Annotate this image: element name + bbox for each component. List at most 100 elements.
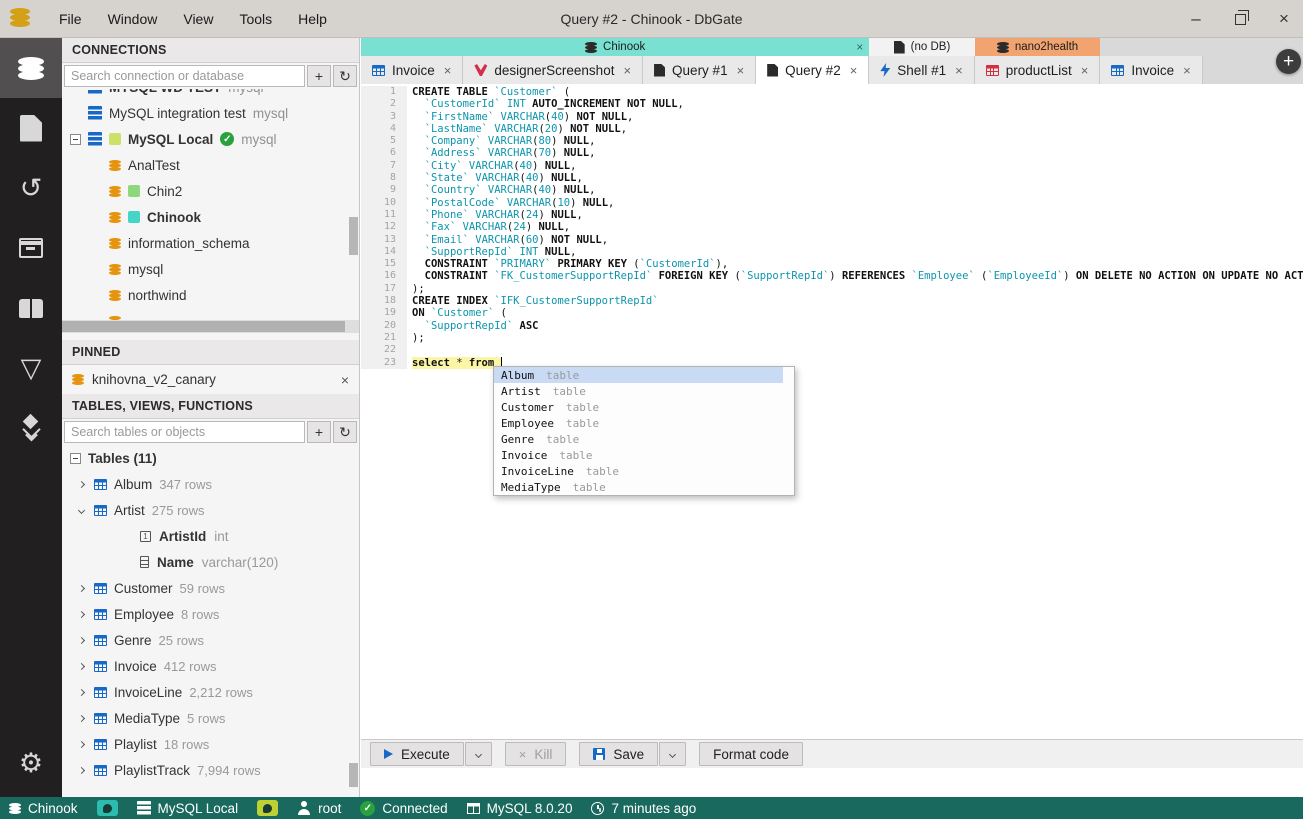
save-dropdown-button[interactable] — [659, 742, 687, 766]
status-mysql-8-0-20[interactable]: MySQL 8.0.20 — [466, 801, 572, 816]
refresh-tables-button[interactable]: ↻ — [333, 421, 357, 443]
rail-item-history[interactable]: ↺ — [0, 158, 62, 218]
connection-item[interactable]: MYSQL WD TEST mysql — [62, 89, 359, 100]
execute-dropdown-button[interactable] — [464, 742, 492, 766]
autocomplete-item[interactable]: MediaType table — [494, 479, 783, 495]
connection-item[interactable]: information_schema — [62, 230, 359, 256]
status-7-minutes-ago[interactable]: 7 minutes ago — [591, 801, 696, 816]
code-line[interactable]: 3 `FirstName` VARCHAR(40) NOT NULL, — [361, 110, 1303, 123]
rail-item-book[interactable] — [0, 278, 62, 338]
code-line[interactable]: 15 CONSTRAINT `PRIMARY` PRIMARY KEY (`Cu… — [361, 258, 1303, 271]
connection-item[interactable]: Chin2 — [62, 178, 359, 204]
tab-group-header[interactable]: nano2health — [974, 38, 1101, 56]
code-line[interactable]: 2 `CustomerId` INT AUTO_INCREMENT NOT NU… — [361, 98, 1303, 111]
code-line[interactable]: 12 `Fax` VARCHAR(24) NULL, — [361, 221, 1303, 234]
expander-slot[interactable] — [75, 506, 87, 514]
connections-vertical-scrollbar[interactable] — [349, 217, 358, 255]
minimize-button[interactable]: – — [1187, 9, 1205, 28]
close-tab-icon[interactable]: × — [955, 63, 963, 78]
menu-item-help[interactable]: Help — [285, 0, 340, 38]
close-tab-icon[interactable]: × — [444, 63, 452, 78]
close-button[interactable]: × — [1275, 9, 1293, 28]
expander-slot[interactable] — [75, 766, 87, 774]
table-row[interactable]: Album 347 rows — [62, 471, 359, 497]
expander-slot[interactable] — [75, 610, 87, 618]
code-line[interactable]: 13 `Email` VARCHAR(60) NOT NULL, — [361, 233, 1303, 246]
tab-invoice[interactable]: Invoice × — [361, 56, 464, 84]
connections-search-input[interactable] — [64, 65, 305, 87]
expander-slot[interactable] — [75, 636, 87, 644]
color-badge[interactable] — [257, 800, 279, 816]
connection-item[interactable]: MySQL Local ✓ mysql — [62, 126, 359, 152]
code-line[interactable]: 1 CREATE TABLE `Customer` ( — [361, 86, 1303, 99]
column-row[interactable]: Name varchar(120) — [62, 549, 359, 575]
tab-query-1[interactable]: Query #1 × — [643, 56, 757, 84]
chevron-right-icon[interactable] — [77, 610, 85, 618]
connections-horizontal-scrollbar[interactable] — [62, 320, 359, 333]
rail-item-archive[interactable] — [0, 218, 62, 278]
chevron-right-icon[interactable] — [77, 740, 85, 748]
close-tab-icon[interactable]: × — [1081, 63, 1089, 78]
tables-vertical-scrollbar[interactable] — [349, 763, 358, 787]
collapse-icon[interactable] — [69, 452, 81, 464]
code-line[interactable]: 10 `PostalCode` VARCHAR(10) NULL, — [361, 196, 1303, 209]
code-line[interactable]: 4 `LastName` VARCHAR(20) NOT NULL, — [361, 122, 1303, 136]
expander-slot[interactable] — [75, 480, 87, 488]
connection-item[interactable]: mysql — [62, 256, 359, 282]
save-button[interactable]: Save — [579, 742, 659, 766]
code-line[interactable]: 16 CONSTRAINT `FK_CustomerSupportRepId` … — [361, 270, 1303, 283]
column-row[interactable]: 1 ArtistId int — [62, 523, 359, 549]
tab-query-2[interactable]: Query #2 × — [756, 56, 870, 84]
autocomplete-item[interactable]: Album table — [494, 367, 783, 383]
connection-item[interactable]: Chinook — [62, 204, 359, 230]
close-tab-icon[interactable]: × — [850, 63, 858, 78]
tab-group-header[interactable] — [1100, 38, 1202, 56]
code-line[interactable]: 18 CREATE INDEX `IFK_CustomerSupportRepId… — [361, 295, 1303, 308]
rail-item-layers[interactable] — [0, 398, 62, 458]
rail-item-filter[interactable]: ▽ — [0, 338, 62, 398]
connection-item[interactable]: AnalTest — [62, 152, 359, 178]
code-line[interactable]: 8 `State` VARCHAR(40) NULL, — [361, 172, 1303, 185]
tab-designerscreenshot[interactable]: designerScreenshot × — [463, 56, 644, 84]
restore-button[interactable] — [1231, 9, 1249, 28]
connection-item[interactable]: MySQL integration test mysql — [62, 100, 359, 126]
chevron-right-icon[interactable] — [77, 480, 85, 488]
table-row[interactable]: MediaType 5 rows — [62, 705, 359, 731]
rail-item-database[interactable] — [0, 38, 62, 98]
tables-search-input[interactable] — [64, 421, 305, 443]
chevron-down-icon[interactable] — [77, 506, 85, 514]
pinned-item[interactable]: knihovna_v2_canary × — [62, 365, 359, 394]
table-row[interactable]: Artist 275 rows — [62, 497, 359, 523]
code-line[interactable]: 7 `City` VARCHAR(40) NULL, — [361, 159, 1303, 173]
menu-item-window[interactable]: Window — [95, 0, 171, 38]
code-line[interactable]: 22 — [361, 344, 1303, 357]
menu-item-tools[interactable]: Tools — [226, 0, 285, 38]
code-line[interactable]: 17); — [361, 282, 1303, 296]
code-line[interactable]: 14 `SupportRepId` INT NULL, — [361, 245, 1303, 259]
expander-slot[interactable] — [69, 452, 81, 464]
new-tab-button[interactable]: + — [1276, 49, 1301, 74]
rail-item-file[interactable] — [0, 98, 62, 158]
code-line[interactable]: 11 `Phone` VARCHAR(24) NULL, — [361, 208, 1303, 222]
expander-slot[interactable] — [75, 584, 87, 592]
refresh-connections-button[interactable]: ↻ — [333, 65, 357, 87]
tab-group-header[interactable]: Chinook × — [361, 38, 870, 56]
autocomplete-item[interactable]: Employee table — [494, 415, 783, 431]
tab-group-header[interactable]: (no DB) — [869, 38, 975, 56]
tables-root-item[interactable]: Tables (11) — [62, 445, 359, 471]
code-line[interactable]: 5 `Company` VARCHAR(80) NULL, — [361, 135, 1303, 148]
expander-slot[interactable] — [75, 740, 87, 748]
status-mysql-local[interactable]: MySQL Local — [136, 801, 238, 816]
format-code-button[interactable]: Format code — [699, 742, 803, 766]
table-row[interactable]: InvoiceLine 2,212 rows — [62, 679, 359, 705]
autocomplete-item[interactable]: Invoice table — [494, 447, 783, 463]
color-badge[interactable] — [96, 800, 118, 816]
code-line[interactable]: 20 `SupportRepId` ASC — [361, 319, 1303, 332]
status-root[interactable]: root — [297, 801, 341, 816]
table-row[interactable]: Invoice 412 rows — [62, 653, 359, 679]
expander-slot[interactable] — [75, 662, 87, 670]
execute-button[interactable]: Execute — [370, 742, 464, 766]
menu-item-view[interactable]: View — [170, 0, 226, 38]
chevron-right-icon[interactable] — [77, 688, 85, 696]
rail-item-settings[interactable]: ⚙ — [0, 733, 62, 793]
